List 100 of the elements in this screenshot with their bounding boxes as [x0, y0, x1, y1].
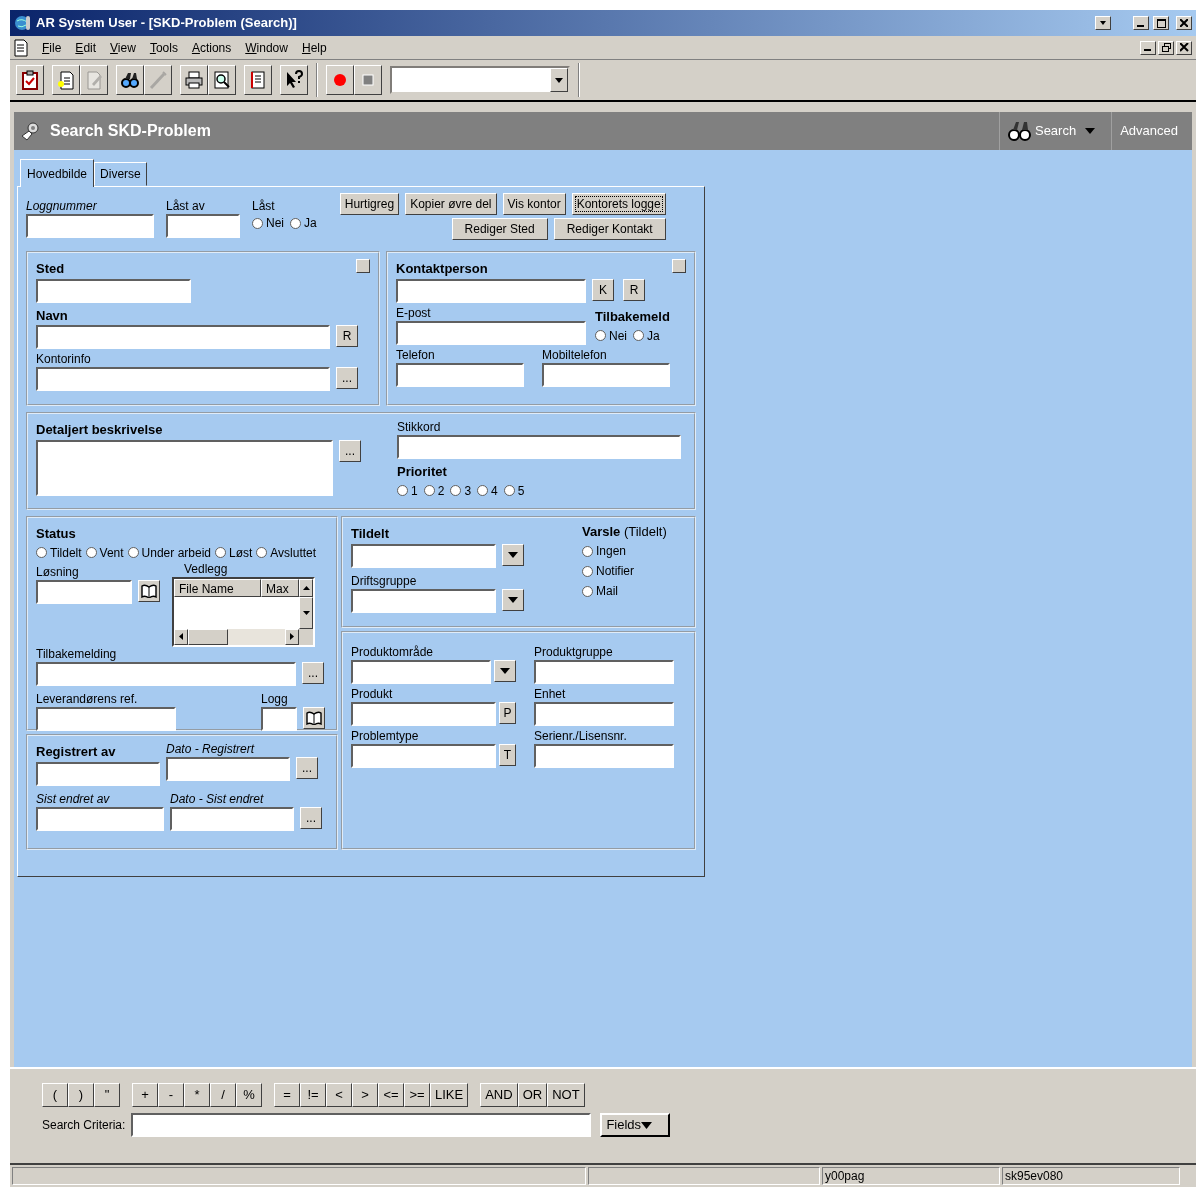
maximize-button[interactable] — [1153, 16, 1169, 30]
form-button[interactable]: Rediger Kontakt — [553, 218, 666, 240]
tab[interactable]: Hovedbilde — [20, 159, 95, 187]
input-field[interactable] — [36, 367, 330, 391]
operator-button[interactable]: " — [94, 1083, 120, 1107]
radio-button[interactable] — [252, 217, 263, 229]
form-button[interactable]: Hurtigreg — [339, 193, 400, 215]
scroll-down-button[interactable] — [299, 596, 313, 629]
operator-button[interactable]: ( — [42, 1083, 68, 1107]
close-button[interactable] — [1176, 40, 1192, 55]
printer-button[interactable] — [180, 65, 208, 95]
input-field[interactable] — [26, 214, 154, 238]
radio-button[interactable] — [290, 217, 301, 229]
operator-button[interactable]: + — [132, 1083, 158, 1107]
fields-button[interactable]: Fields — [600, 1113, 671, 1137]
input-field[interactable] — [396, 320, 586, 345]
expand-button[interactable] — [356, 259, 370, 273]
input-field[interactable] — [351, 702, 496, 726]
input-field[interactable] — [534, 660, 674, 684]
operator-button[interactable]: = — [274, 1083, 300, 1107]
input-field[interactable] — [36, 325, 330, 349]
letter-button[interactable]: R — [336, 325, 358, 347]
ellipsis-button[interactable]: ... — [302, 661, 324, 684]
ellipsis-button[interactable]: ... — [296, 757, 318, 779]
form-button[interactable]: Kopier øvre del — [405, 193, 497, 215]
column-header[interactable]: Max — [261, 578, 299, 597]
input-field[interactable] — [351, 660, 491, 684]
close-button[interactable] — [1176, 16, 1192, 30]
ellipsis-button[interactable]: ... — [336, 367, 358, 389]
operator-button[interactable]: OR — [517, 1083, 548, 1107]
operator-button[interactable]: LIKE — [430, 1083, 469, 1107]
input-field[interactable] — [397, 435, 681, 459]
menu-item[interactable]: Tools — [149, 38, 178, 57]
dropdown-button[interactable] — [502, 588, 524, 611]
input-field[interactable] — [542, 362, 670, 387]
radio-button[interactable] — [256, 547, 268, 558]
radio-button[interactable] — [477, 485, 489, 496]
menu-item[interactable]: View — [110, 38, 136, 57]
operator-button[interactable]: % — [236, 1083, 262, 1107]
radio-button[interactable] — [423, 485, 435, 496]
radio-button[interactable] — [582, 565, 593, 577]
dropdown-button[interactable] — [494, 660, 516, 682]
clipboard-button[interactable] — [16, 65, 44, 95]
radio-button[interactable] — [450, 485, 462, 496]
menu-item[interactable]: Help — [301, 38, 327, 57]
input-field[interactable] — [351, 744, 496, 768]
form-button[interactable]: Vis kontor — [502, 193, 566, 215]
dropdown-button[interactable] — [502, 543, 524, 566]
input-field[interactable] — [534, 702, 674, 726]
window-menu-button[interactable] — [1095, 16, 1111, 30]
letter-button[interactable]: T — [499, 744, 516, 766]
input-field[interactable] — [170, 806, 294, 831]
tab[interactable]: Diverse — [94, 162, 147, 186]
operator-button[interactable]: - — [158, 1083, 184, 1107]
radio-button[interactable] — [582, 585, 593, 597]
radio-button[interactable] — [582, 545, 593, 557]
input-field[interactable] — [396, 278, 586, 303]
input-field[interactable] — [166, 214, 240, 238]
operator-button[interactable]: * — [184, 1083, 210, 1107]
input-field[interactable] — [36, 278, 191, 303]
form-button[interactable]: Kontorets logge — [571, 193, 666, 215]
letter-button[interactable]: K — [592, 278, 614, 301]
input-field[interactable] — [36, 661, 296, 686]
binoculars-button[interactable] — [116, 65, 144, 95]
text-area[interactable] — [36, 439, 333, 496]
radio-button[interactable] — [127, 547, 139, 558]
letter-button[interactable]: R — [623, 278, 645, 301]
minimize-button[interactable] — [1140, 40, 1156, 55]
operator-button[interactable]: <= — [378, 1083, 404, 1107]
operator-button[interactable]: NOT — [547, 1083, 585, 1107]
operator-button[interactable]: >= — [404, 1083, 430, 1107]
operator-button[interactable]: != — [300, 1083, 326, 1107]
radio-button[interactable] — [36, 547, 47, 558]
restore-button[interactable] — [1158, 40, 1174, 55]
book-button[interactable] — [138, 579, 160, 602]
operator-button[interactable]: < — [326, 1083, 352, 1107]
radio-button[interactable] — [503, 485, 515, 496]
operator-button[interactable]: / — [210, 1083, 236, 1107]
input-field[interactable] — [36, 579, 132, 604]
radio-button[interactable] — [215, 547, 226, 558]
input-field[interactable] — [166, 757, 290, 781]
radio-button[interactable] — [397, 485, 408, 496]
scrollbar-thumb[interactable] — [188, 628, 228, 645]
ellipsis-button[interactable]: ... — [300, 806, 322, 829]
menu-item[interactable]: Window — [245, 38, 288, 57]
scroll-right-button[interactable] — [285, 628, 299, 645]
report-button[interactable] — [244, 65, 272, 95]
new-document-button[interactable] — [52, 65, 80, 95]
scroll-left-button[interactable] — [174, 628, 188, 645]
column-header[interactable]: File Name — [174, 578, 261, 597]
operator-button[interactable]: AND — [480, 1083, 518, 1107]
input-field[interactable] — [36, 806, 164, 831]
letter-button[interactable]: P — [499, 702, 516, 724]
scroll-up-button[interactable] — [299, 578, 313, 597]
input-field[interactable] — [261, 706, 297, 731]
macro-combo-field[interactable] — [390, 66, 570, 94]
menu-item[interactable]: Edit — [75, 38, 97, 57]
input-field[interactable] — [351, 543, 496, 568]
dropdown-button[interactable] — [550, 68, 568, 92]
menu-item[interactable]: File — [42, 38, 62, 57]
